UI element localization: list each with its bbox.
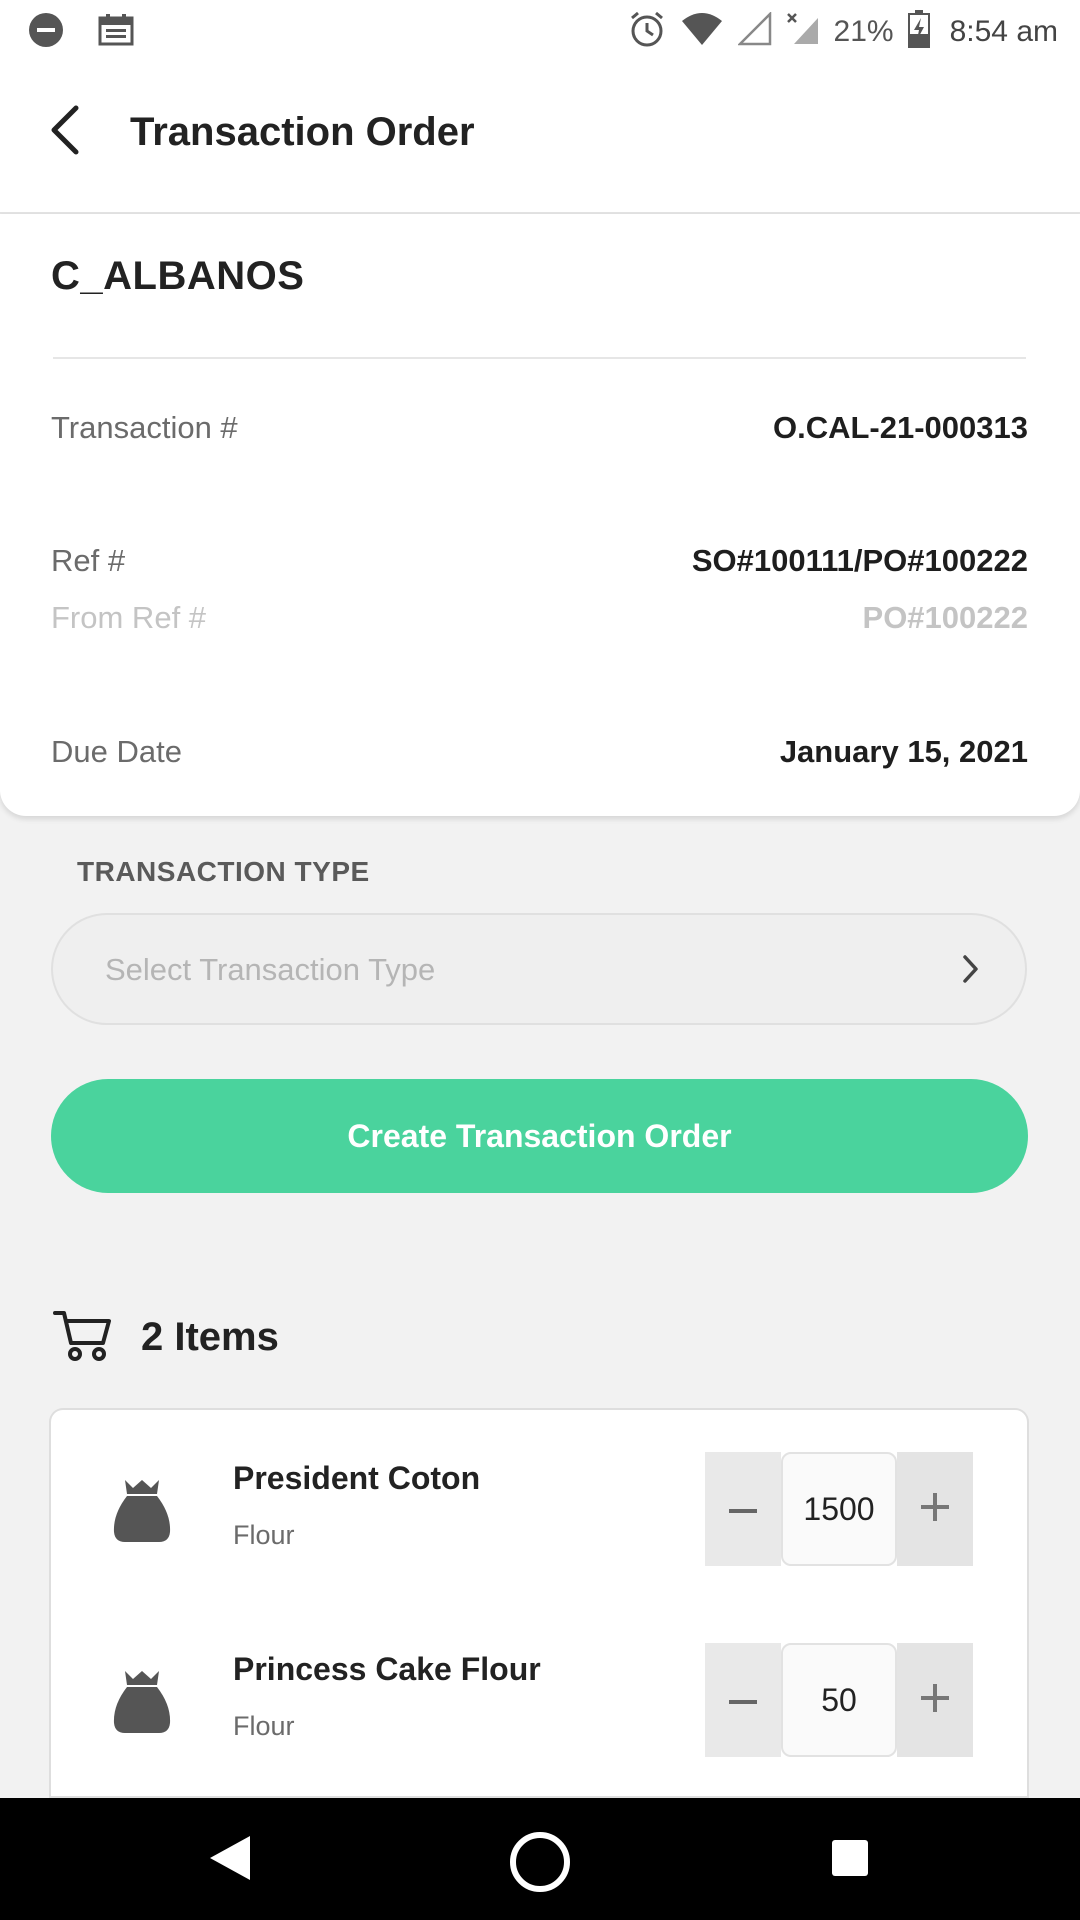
nav-recents-button[interactable] bbox=[826, 1836, 874, 1884]
back-arrow-icon bbox=[48, 104, 82, 161]
back-button[interactable] bbox=[40, 102, 90, 162]
back-triangle-icon bbox=[208, 1834, 252, 1887]
create-transaction-order-button[interactable]: Create Transaction Order bbox=[51, 1079, 1028, 1193]
from-ref-value: PO#100222 bbox=[862, 600, 1028, 635]
order-details-card: C_ALBANOS Transaction # O.CAL-21-000313 … bbox=[0, 214, 1080, 816]
no-signal-icon bbox=[786, 12, 820, 51]
chevron-right-icon bbox=[961, 953, 981, 990]
from-ref-label: From Ref # bbox=[51, 600, 207, 635]
divider bbox=[53, 357, 1026, 359]
transaction-type-placeholder: Select Transaction Type bbox=[105, 952, 436, 987]
minus-icon bbox=[729, 1691, 757, 1709]
item-name: President Coton bbox=[233, 1460, 481, 1496]
battery-charging-icon bbox=[907, 10, 930, 53]
clock: 8:54 am bbox=[949, 14, 1058, 48]
due-date-label: Due Date bbox=[51, 734, 182, 769]
quantity-stepper: 50 bbox=[705, 1643, 976, 1757]
wifi-icon bbox=[680, 11, 724, 52]
increment-button[interactable] bbox=[897, 1452, 973, 1566]
signal-icon bbox=[736, 10, 772, 51]
item-category: Flour bbox=[233, 1520, 295, 1550]
status-bar: 21% 8:54 am bbox=[0, 0, 1080, 62]
ref-value: SO#100111/PO#100222 bbox=[691, 543, 1028, 578]
due-date-value: January 15, 2021 bbox=[779, 734, 1028, 769]
app-bar: Transaction Order bbox=[0, 62, 1080, 214]
plus-icon bbox=[921, 1683, 949, 1717]
ref-label: Ref # bbox=[51, 543, 126, 578]
transaction-type-select[interactable]: Select Transaction Type bbox=[51, 913, 1027, 1025]
dnd-icon bbox=[28, 12, 64, 53]
quantity-stepper: 1500 bbox=[705, 1452, 976, 1566]
flour-sack-icon bbox=[111, 1669, 173, 1740]
items-count: 2 Items bbox=[141, 1315, 279, 1359]
decrement-button[interactable] bbox=[705, 1452, 781, 1566]
nav-home-button[interactable] bbox=[508, 1831, 572, 1898]
flour-sack-icon bbox=[111, 1478, 173, 1549]
transaction-type-label: TRANSACTION TYPE bbox=[77, 856, 370, 887]
customer-name: C_ALBANOS bbox=[51, 254, 305, 298]
transaction-number-value: O.CAL-21-000313 bbox=[772, 410, 1028, 445]
recents-square-icon bbox=[830, 1838, 870, 1883]
minus-icon bbox=[729, 1500, 757, 1518]
item-name: Princess Cake Flour bbox=[233, 1651, 541, 1687]
list-item[interactable]: Princess Cake Flour Flour 50 bbox=[51, 1601, 1027, 1761]
alarm-icon bbox=[628, 10, 666, 53]
transaction-number-label: Transaction # bbox=[51, 410, 238, 445]
item-category: Flour bbox=[233, 1711, 295, 1741]
calendar-icon bbox=[98, 14, 134, 51]
page-title: Transaction Order bbox=[130, 110, 475, 154]
increment-button[interactable] bbox=[897, 1643, 973, 1757]
nav-back-button[interactable] bbox=[206, 1834, 254, 1887]
decrement-button[interactable] bbox=[705, 1643, 781, 1757]
quantity-input[interactable]: 50 bbox=[781, 1643, 897, 1757]
home-circle-icon bbox=[509, 1831, 571, 1898]
items-header: 2 Items bbox=[53, 1309, 279, 1366]
plus-icon bbox=[921, 1492, 949, 1526]
cart-icon bbox=[53, 1309, 111, 1366]
quantity-input[interactable]: 1500 bbox=[781, 1452, 897, 1566]
items-list: President Coton Flour 1500 Princess Cake… bbox=[51, 1410, 1027, 1796]
system-nav-bar bbox=[0, 1798, 1080, 1920]
list-item[interactable]: President Coton Flour 1500 bbox=[51, 1410, 1027, 1570]
battery-percent: 21% bbox=[833, 14, 894, 48]
